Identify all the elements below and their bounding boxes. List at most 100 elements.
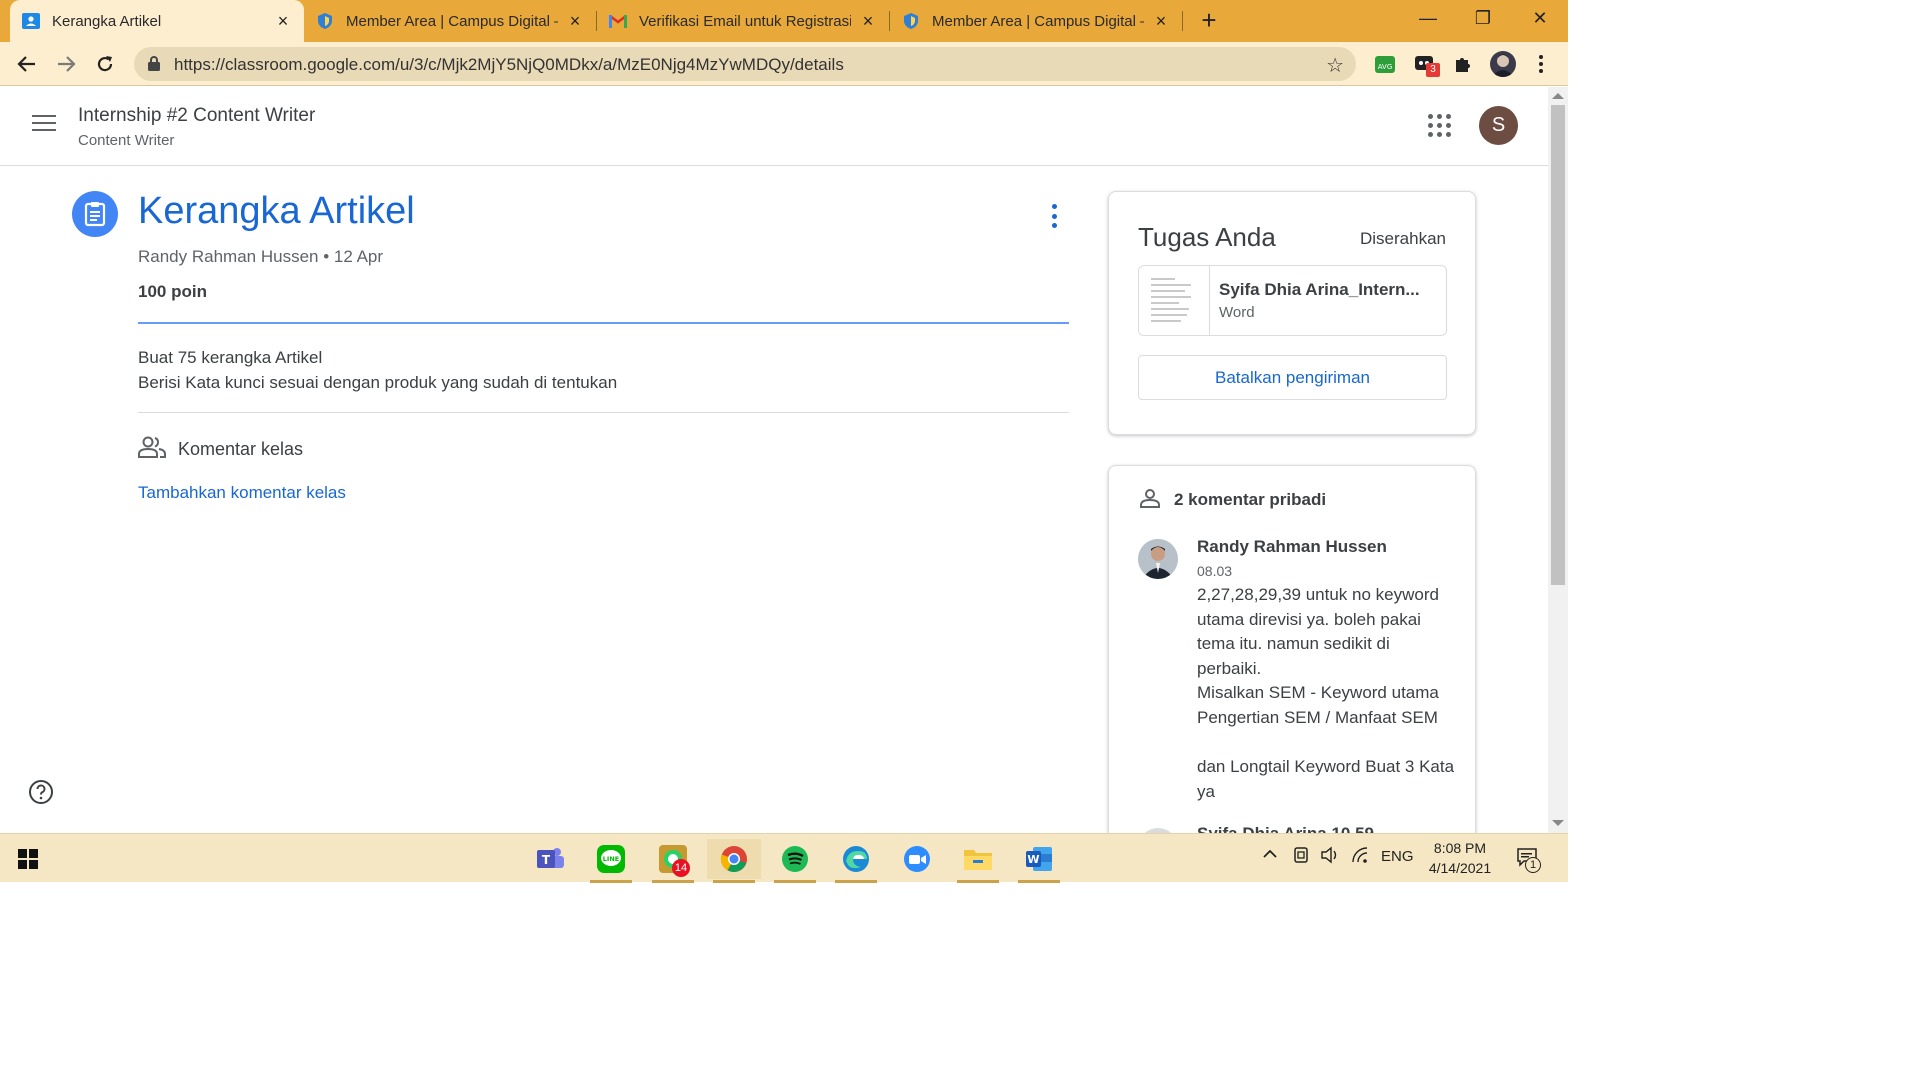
volume-icon[interactable]	[1320, 846, 1340, 868]
clock-date: 4/14/2021	[1428, 860, 1492, 876]
instruction-line: Buat 75 kerangka Artikel	[138, 348, 323, 367]
scroll-down-icon[interactable]	[1552, 820, 1564, 826]
file-explorer-icon[interactable]	[951, 839, 1005, 883]
new-tab-button[interactable]: +	[1196, 7, 1222, 34]
extension-badge: 3	[1426, 63, 1440, 77]
show-hidden-icons-icon[interactable]	[1262, 846, 1278, 866]
google-apps-icon[interactable]	[1428, 114, 1452, 138]
private-comments-header: 2 komentar pribadi	[1140, 488, 1326, 512]
profile-avatar[interactable]	[1490, 51, 1516, 77]
close-window-icon[interactable]: ✕	[1520, 6, 1560, 30]
classroom-icon	[22, 12, 40, 30]
word-icon[interactable]: W	[1012, 839, 1066, 883]
svg-text:W: W	[1027, 853, 1039, 866]
assignment-meta: Randy Rahman Hussen • 12 Apr	[138, 247, 384, 266]
submission-status: Diserahkan	[1360, 229, 1446, 248]
commenter-avatar	[1138, 539, 1178, 579]
attachment-type: Word	[1219, 304, 1255, 321]
tab-member-area-1[interactable]: Member Area | Campus Digital – ×	[304, 0, 596, 42]
attachment-chip[interactable]: Syifa Dhia Arina_Intern... Word	[1138, 265, 1447, 336]
tab-title: Member Area | Campus Digital –	[932, 12, 1144, 30]
tab-member-area-2[interactable]: Member Area | Campus Digital – ×	[890, 0, 1182, 42]
header-divider	[138, 322, 1069, 324]
assignment-points: 100 poin	[138, 282, 207, 301]
avg-extension-icon[interactable]: AVG	[1374, 53, 1396, 75]
close-tab-icon[interactable]: ×	[566, 12, 584, 30]
browser-tab-strip: Kerangka Artikel × Member Area | Campus …	[0, 0, 1568, 42]
assignment-title: Kerangka Artikel	[138, 190, 415, 232]
restore-icon[interactable]: ❐	[1463, 6, 1503, 30]
instruction-line: Berisi Kata kunci sesuai dengan produk y…	[138, 373, 618, 392]
page-scrollbar[interactable]	[1548, 87, 1568, 833]
windows-taskbar: T LINE 14 W ENG 8:08 PM 4/14/2021 1	[0, 833, 1568, 883]
back-icon[interactable]	[14, 51, 40, 77]
reload-icon[interactable]	[92, 51, 118, 77]
svg-text:T: T	[542, 853, 551, 867]
class-comments-label: Komentar kelas	[178, 438, 304, 459]
private-comments-card: 2 komentar pribadi Randy Rahman Hussen 0…	[1108, 465, 1476, 868]
chrome-menu-icon[interactable]	[1530, 53, 1552, 75]
windows-start-icon[interactable]	[18, 849, 38, 869]
input-language[interactable]: ENG	[1381, 848, 1414, 865]
edge-icon[interactable]	[829, 839, 883, 883]
hamburger-menu-icon[interactable]	[32, 115, 56, 135]
line-icon[interactable]: LINE	[584, 839, 638, 883]
comment-time: 08.03	[1197, 563, 1233, 579]
action-center-icon[interactable]: 1	[1516, 846, 1541, 873]
tab-title: Verifikasi Email untuk Registrasi C	[639, 12, 851, 30]
whatsapp-icon[interactable]: 14	[646, 839, 700, 883]
your-work-card: Tugas Anda Diserahkan Syifa Dhia Arina_I…	[1108, 191, 1476, 435]
teams-icon[interactable]: T	[523, 839, 577, 879]
zoom-icon[interactable]	[890, 839, 944, 879]
address-bar[interactable]: https://classroom.google.com/u/3/c/Mjk2M…	[134, 47, 1356, 81]
more-options-icon[interactable]	[1046, 204, 1062, 228]
extension-icon[interactable]: 3	[1413, 53, 1440, 77]
notification-badge: 14	[672, 859, 690, 877]
tab-separator	[1182, 11, 1183, 31]
minimize-icon[interactable]: —	[1408, 6, 1448, 30]
scroll-up-icon[interactable]	[1552, 93, 1564, 99]
people-icon	[138, 436, 166, 463]
chrome-icon[interactable]	[707, 839, 761, 883]
svg-text:LINE: LINE	[603, 855, 619, 863]
lock-icon[interactable]	[148, 56, 160, 76]
wifi-icon[interactable]	[1350, 846, 1370, 868]
shield-icon	[316, 12, 334, 30]
svg-text:AVG: AVG	[1378, 63, 1393, 71]
help-icon[interactable]	[28, 779, 54, 805]
gmail-icon	[609, 12, 627, 30]
private-comments-count: 2 komentar pribadi	[1174, 490, 1327, 509]
document-thumbnail	[1139, 266, 1210, 335]
forward-icon[interactable]	[53, 51, 79, 77]
class-title[interactable]: Internship #2 Content Writer	[78, 105, 315, 127]
system-clock[interactable]: 8:08 PM 4/14/2021	[1418, 838, 1502, 878]
class-subtitle: Content Writer	[78, 132, 175, 149]
tab-verifikasi-email[interactable]: Verifikasi Email untuk Registrasi C ×	[597, 0, 889, 42]
your-work-title: Tugas Anda	[1138, 222, 1276, 252]
tab-title: Kerangka Artikel	[52, 12, 162, 30]
notification-count: 1	[1525, 857, 1541, 873]
tab-kerangka-artikel[interactable]: Kerangka Artikel ×	[10, 0, 304, 42]
add-class-comment-link[interactable]: Tambahkan komentar kelas	[138, 483, 346, 503]
class-comments-header: Komentar kelas	[138, 436, 303, 462]
scroll-thumb[interactable]	[1551, 105, 1565, 585]
bookmark-star-icon[interactable]: ☆	[1326, 53, 1344, 78]
browser-toolbar: https://classroom.google.com/u/3/c/Mjk2M…	[0, 42, 1568, 86]
assignment-instructions: Buat 75 kerangka Artikel Berisi Kata kun…	[138, 345, 617, 395]
comment-text: 2,27,28,29,39 untuk no keyword utama dir…	[1197, 585, 1455, 801]
assignment-icon	[72, 191, 118, 237]
account-avatar[interactable]: S	[1479, 106, 1518, 145]
device-icon[interactable]	[1292, 846, 1310, 868]
spotify-icon[interactable]	[768, 839, 822, 883]
close-tab-icon[interactable]: ×	[1152, 12, 1170, 30]
url-text[interactable]: https://classroom.google.com/u/3/c/Mjk2M…	[174, 55, 844, 75]
comment-author: Randy Rahman Hussen	[1197, 537, 1387, 556]
tab-title: Member Area | Campus Digital –	[346, 12, 558, 30]
close-tab-icon[interactable]: ×	[274, 12, 292, 30]
puzzle-extensions-icon[interactable]	[1452, 53, 1474, 75]
section-divider	[138, 412, 1069, 413]
close-tab-icon[interactable]: ×	[859, 12, 877, 30]
clock-time: 8:08 PM	[1433, 840, 1487, 856]
person-icon	[1140, 488, 1160, 513]
unsubmit-button[interactable]: Batalkan pengiriman	[1138, 355, 1447, 400]
